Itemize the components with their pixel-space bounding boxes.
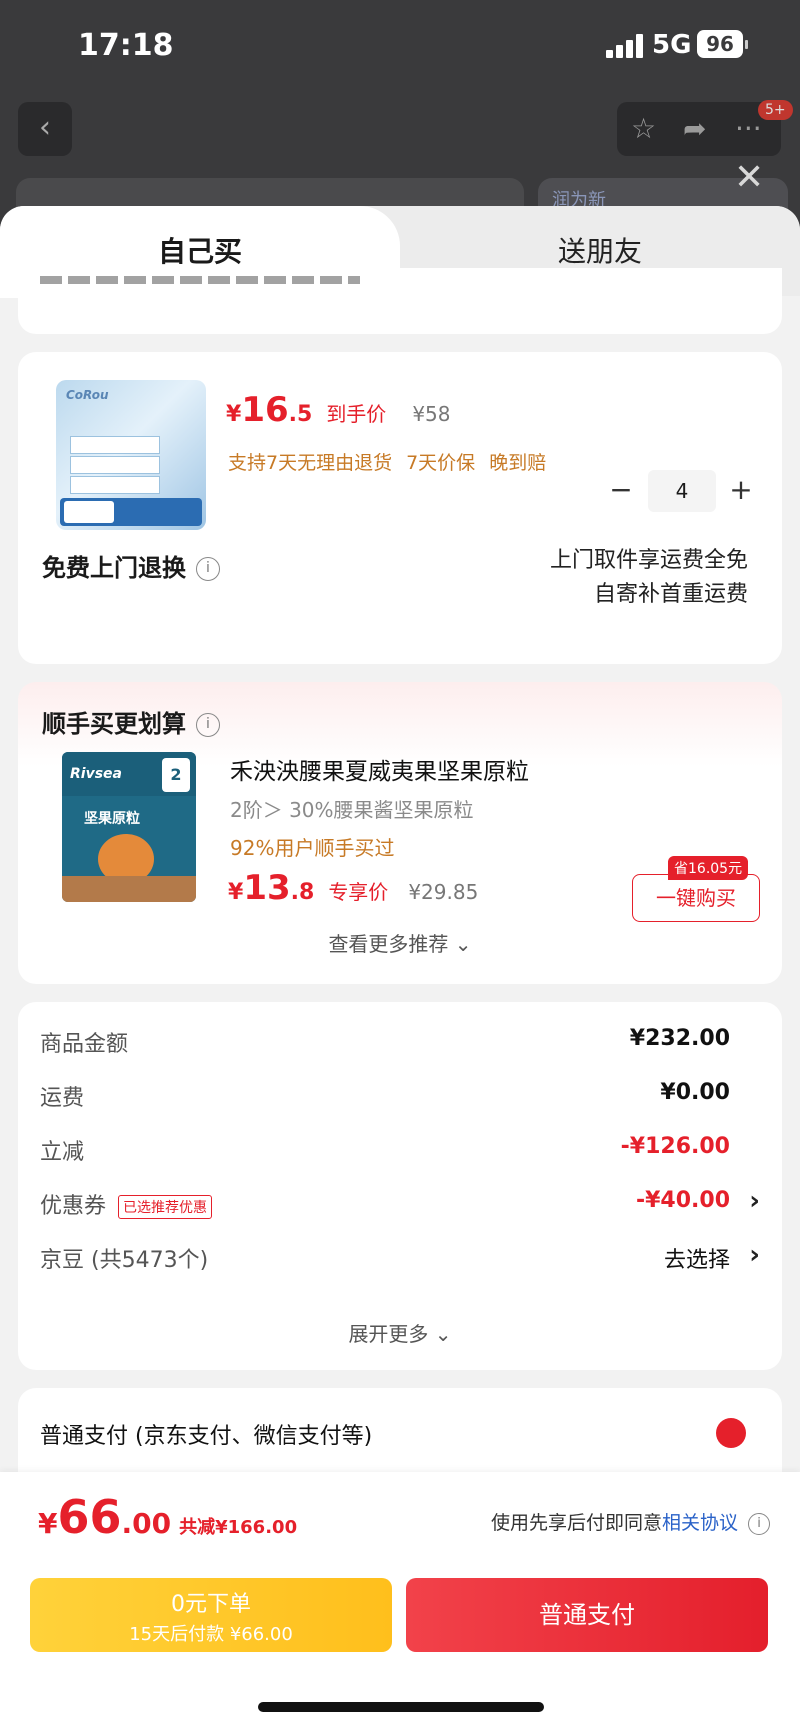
- status-time: 17:18: [78, 28, 174, 63]
- expand-more-link[interactable]: 展开更多 ⌄: [18, 1318, 782, 1347]
- agreement-link[interactable]: 相关协议: [662, 1512, 738, 1534]
- goods-amount-label: 商品金额: [40, 1032, 129, 1057]
- status-bar: 17:18 5G 96: [0, 0, 800, 90]
- total-saved: 共减¥166.00: [179, 1517, 298, 1538]
- product-price-int: 16: [241, 390, 289, 430]
- agreement-prefix: 使用先享后付即同意: [490, 1512, 662, 1534]
- product-price: ¥16.5 到手价 ¥58: [226, 390, 451, 430]
- product-price-dec: .5: [288, 402, 313, 427]
- signal-icon: [606, 34, 646, 58]
- normal-pay-button[interactable]: 普通支付: [406, 1578, 768, 1652]
- share-icon: ➦: [683, 112, 707, 145]
- one-click-buy-button[interactable]: 一键购买: [632, 874, 760, 922]
- info-icon[interactable]: i: [748, 1512, 770, 1535]
- coupon-tag: 已选推荐优惠: [118, 1195, 213, 1219]
- info-icon[interactable]: i: [196, 557, 220, 581]
- total-int: 66: [57, 1490, 122, 1544]
- more-recommend-link[interactable]: 查看更多推荐 ⌄: [18, 928, 782, 957]
- recommend-price-int: 13: [243, 868, 291, 908]
- guarantee-price: 7天价保: [406, 452, 476, 474]
- info-icon[interactable]: i: [196, 713, 220, 737]
- goods-amount-value: ¥232.00: [629, 1026, 730, 1051]
- decrease-button[interactable]: −: [604, 470, 638, 512]
- product-orig-price: ¥58: [412, 402, 451, 426]
- recommend-image[interactable]: Rivsea 2 坚果原粒: [62, 752, 196, 902]
- return-note: 上门取件享运费全免 自寄补首重运费: [550, 544, 748, 612]
- shipping-value: ¥0.00: [660, 1080, 730, 1105]
- background-nav: ‹ ☆ ➦ ···: [0, 102, 800, 158]
- product-guarantees: 支持7天无理由退货 7天价保 晚到赔: [228, 448, 560, 475]
- recommend-bought: 92%用户顺手买过: [230, 836, 395, 860]
- recommend-card: 顺手买更划算 i Rivsea 2 坚果原粒 禾泱泱腰果夏威夷果坚果原粒 2阶＞ …: [18, 682, 782, 984]
- free-return-label: 免费上门退换: [42, 554, 186, 582]
- recommend-title: 顺手买更划算 i: [42, 704, 220, 739]
- battery-nub: [745, 40, 748, 49]
- return-note-line1: 上门取件享运费全免: [549, 548, 748, 573]
- coupon-value: -¥40.00: [635, 1188, 730, 1213]
- more-icon: ···: [735, 112, 762, 145]
- increase-button[interactable]: +: [724, 470, 758, 512]
- product-price-tag: 到手价: [326, 402, 387, 426]
- pay-later-line2: 15天后付款 ¥66.00: [129, 1624, 293, 1645]
- coupon-label-wrap: 优惠券 已选推荐优惠: [40, 1188, 213, 1220]
- recommend-image-label: 坚果原粒: [84, 811, 140, 827]
- address-card[interactable]: [18, 268, 782, 334]
- recommend-orig-price: ¥29.85: [408, 880, 479, 904]
- payment-method-label: 普通支付 (京东支付、微信支付等): [40, 1424, 373, 1449]
- goods-amount-row: 商品金额 ¥232.00: [40, 1026, 760, 1062]
- network-label: 5G: [652, 30, 692, 60]
- star-icon: ☆: [631, 112, 657, 145]
- guarantee-return: 支持7天无理由退货: [228, 452, 393, 474]
- jd-beans-value: 去选择: [663, 1248, 730, 1273]
- shipping-row: 运费 ¥0.00: [40, 1080, 760, 1116]
- back-icon: ‹: [18, 102, 72, 156]
- total-price: ¥66.00 共减¥166.00: [38, 1490, 297, 1544]
- recommend-image-brand: Rivsea: [70, 766, 122, 782]
- message-badge: 5+: [758, 100, 793, 120]
- recommend-price-dec: .8: [290, 880, 315, 905]
- total-yen: ¥: [38, 1507, 58, 1540]
- recommend-name[interactable]: 禾泱泱腰果夏威夷果坚果原粒: [230, 752, 529, 786]
- recommend-title-label: 顺手买更划算: [42, 710, 186, 738]
- recommend-spec: 2阶＞ 30%腰果酱坚果原粒: [230, 798, 474, 822]
- home-indicator: [258, 1702, 544, 1712]
- pay-later-line1: 0元下单: [171, 1592, 251, 1617]
- coupon-row[interactable]: 优惠券 已选推荐优惠 -¥40.00 ›: [40, 1186, 760, 1224]
- agreement-text: 使用先享后付即同意相关协议 i: [491, 1508, 770, 1535]
- background-actions: ☆ ➦ ···: [617, 102, 781, 156]
- address-text-clipped: [40, 262, 360, 284]
- free-return: 免费上门退换 i: [42, 548, 220, 583]
- discount-value: -¥126.00: [620, 1134, 730, 1159]
- product-card: CoRou ¥16.5 到手价 ¥58 支持7天无理由退货 7天价保 晚到赔 − 4 +…: [18, 352, 782, 664]
- recommend-price-yen: ¥: [228, 880, 244, 905]
- checkout-bar: ¥66.00 共减¥166.00 使用先享后付即同意相关协议 i 0元下单 15天后…: [0, 1472, 800, 1730]
- shipping-label: 运费: [40, 1086, 85, 1111]
- discount-label: 立减: [40, 1140, 85, 1165]
- close-icon[interactable]: ✕: [734, 160, 764, 196]
- return-note-line2: 自寄补首重运费: [593, 582, 748, 607]
- jd-beans-label: 京豆 (共5473个): [40, 1248, 209, 1273]
- pay-later-button[interactable]: 0元下单 15天后付款 ¥66.00: [30, 1578, 392, 1652]
- jd-beans-row[interactable]: 京豆 (共5473个) 去选择 ›: [40, 1240, 760, 1278]
- product-price-yen: ¥: [226, 402, 242, 427]
- guarantee-late: 晚到赔: [489, 452, 547, 474]
- checkmark-icon[interactable]: [716, 1418, 746, 1448]
- quantity-field[interactable]: 4: [648, 470, 716, 512]
- discount-row: 立减 -¥126.00: [40, 1134, 760, 1170]
- recommend-price-tag: 专享价: [328, 880, 389, 904]
- quantity-stepper: − 4 +: [604, 470, 764, 512]
- chevron-right-icon[interactable]: ›: [749, 1186, 760, 1216]
- coupon-label: 优惠券: [40, 1194, 107, 1219]
- chevron-right-icon[interactable]: ›: [749, 1240, 760, 1270]
- order-summary-card: 商品金额 ¥232.00 运费 ¥0.00 立减 -¥126.00 优惠券 已选推…: [18, 1002, 782, 1370]
- total-dec: .00: [121, 1507, 172, 1540]
- checkout-sheet: 自己买 送朋友 CoRou ¥16.5 到手价 ¥58 支持7天无理由退货 7天价保晚…: [0, 206, 800, 1730]
- product-image[interactable]: CoRou: [56, 380, 206, 530]
- battery-icon: 96: [697, 30, 743, 58]
- save-badge: 省16.05元: [668, 856, 749, 880]
- recommend-price: ¥13.8 专享价 ¥29.85: [228, 868, 478, 908]
